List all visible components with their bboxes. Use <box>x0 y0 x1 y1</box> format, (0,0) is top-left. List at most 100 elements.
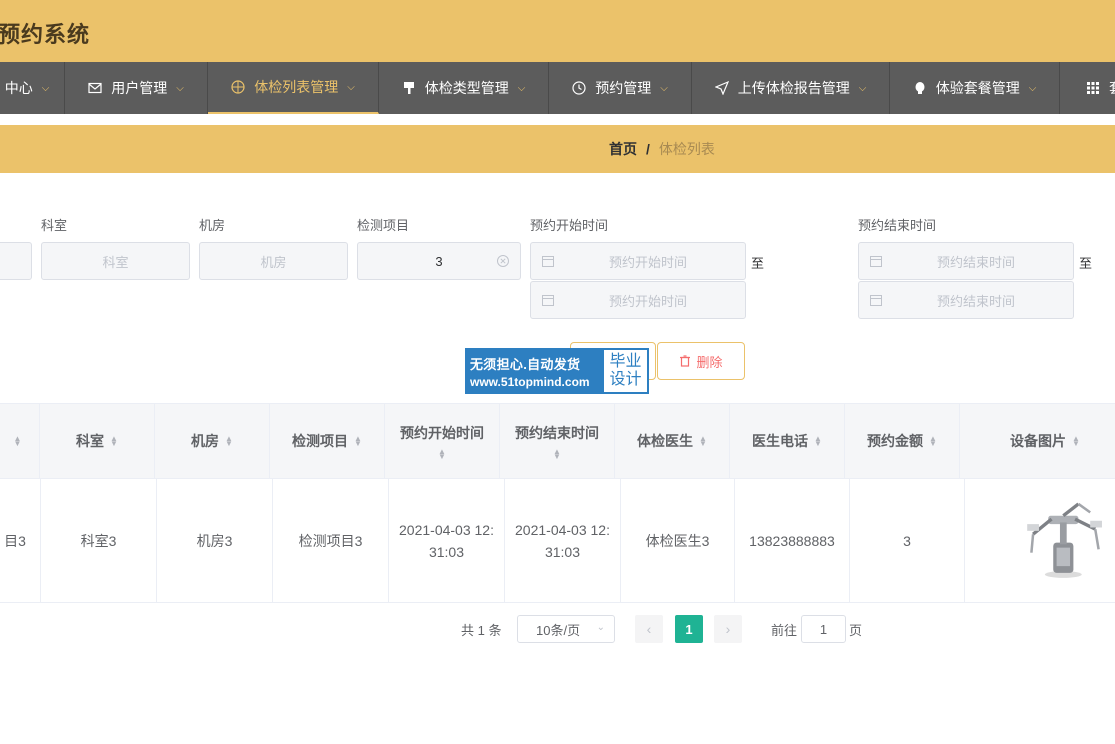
nav-item-more[interactable]: 套 <box>1060 62 1115 114</box>
jifang-input[interactable]: 机房 <box>199 242 348 280</box>
column-header-jifang[interactable]: 机房 ▲ ▼ <box>155 404 270 478</box>
end-time-to-input[interactable]: 预约结束时间 <box>858 281 1074 319</box>
pagination-total: 共 1 条 <box>461 623 502 638</box>
keshi-placeholder: 科室 <box>102 254 129 270</box>
device-image[interactable] <box>1023 493 1107 588</box>
page-size-select[interactable]: 10条/页 ⌄ <box>517 615 615 643</box>
prev-page-button[interactable]: ‹ <box>635 615 663 643</box>
clock-icon <box>572 81 586 95</box>
sort-icon[interactable]: ▲ ▼ <box>553 448 561 461</box>
watermark-banner: 无须担心.自动发货 www.51topmind.com 毕业 设计 <box>465 348 649 394</box>
chevron-down-icon: ⌵ <box>41 82 50 94</box>
sort-icon[interactable]: ▲ ▼ <box>14 435 22 448</box>
column-header-doctor[interactable]: 体检医生 ▲ ▼ <box>615 404 730 478</box>
lightbulb-icon <box>915 82 925 94</box>
breadcrumb-current: 体检列表 <box>658 141 715 157</box>
mail-icon <box>88 82 102 94</box>
column-header-end[interactable]: 预约结束时间 ▲ ▼ <box>500 404 615 478</box>
nav-item-label: 中心 <box>4 80 33 96</box>
cell-text: 检测项目3 <box>298 532 363 549</box>
sort-icon[interactable]: ▲ ▼ <box>438 448 446 461</box>
partial-search-input[interactable] <box>0 242 32 280</box>
nav-item-users[interactable]: 用户管理 ⌵ <box>65 62 208 114</box>
nav-item-label: 预约管理 <box>595 80 652 96</box>
goto-page-input[interactable]: 1 <box>801 615 846 643</box>
range-separator: 至 <box>1079 256 1093 271</box>
start-time-from-input[interactable]: 预约开始时间 <box>530 242 746 280</box>
column-header-phone[interactable]: 医生电话 ▲ ▼ <box>730 404 845 478</box>
chevron-down-icon: ⌵ <box>176 82 184 94</box>
nav-item-package[interactable]: 体验套餐管理 ⌵ <box>890 62 1060 114</box>
cell-end: 2021-04-03 12:31:03 <box>505 479 621 602</box>
breadcrumb-home[interactable]: 首页 <box>609 139 637 159</box>
target-icon <box>231 80 245 94</box>
column-header-jiance[interactable]: 检测项目 ▲ ▼ <box>270 404 385 478</box>
column-header-label: 体检医生 <box>637 433 694 449</box>
cell-text: 机房3 <box>196 532 233 549</box>
nav-item-center[interactable]: 中心 ⌵ <box>0 62 65 114</box>
app-title: 预约系统 <box>0 22 91 47</box>
sort-icon[interactable]: ▲ ▼ <box>110 435 118 448</box>
range-separator: 至 <box>751 256 765 271</box>
sort-icon[interactable]: ▲ ▼ <box>1072 435 1080 448</box>
nav-item-booking[interactable]: 预约管理 ⌵ <box>549 62 692 114</box>
sort-icon[interactable]: ▲ ▼ <box>814 435 822 448</box>
grid-icon <box>1087 82 1099 94</box>
cell-text: 3 <box>903 532 911 549</box>
end-time-to-placeholder: 预约结束时间 <box>936 293 1015 309</box>
watermark-badge-line1: 毕业 <box>609 353 642 370</box>
chevron-left-icon: ‹ <box>646 621 652 637</box>
end-time-from-placeholder: 预约结束时间 <box>936 254 1015 270</box>
table-header: ▲ ▼ 科室 ▲ ▼ 机房 ▲ ▼ 检测项目 ▲ ▼ 预约开始时间 ▲ ▼ 预约结束时间 ▲ ▼ … <box>0 403 1115 479</box>
column-header-label: 预约开始时间 <box>400 425 484 441</box>
column-header-partial[interactable]: ▲ ▼ <box>0 404 40 478</box>
chevron-down-icon: ⌄ <box>596 622 605 633</box>
page-size-value: 10条/页 <box>536 622 581 638</box>
clear-icon[interactable] <box>496 254 510 268</box>
calendar-icon <box>542 256 554 267</box>
watermark-line2: www.51topmind.com <box>470 374 590 389</box>
nav-item-exam-type[interactable]: 体检类型管理 ⌵ <box>379 62 549 114</box>
sort-icon[interactable]: ▲ ▼ <box>225 435 233 448</box>
column-header-label: 预约金额 <box>867 433 924 449</box>
column-header-label: 预约结束时间 <box>515 425 599 441</box>
column-header-keshi[interactable]: 科室 ▲ ▼ <box>40 404 155 478</box>
cell-text: 13823888883 <box>749 532 835 549</box>
delete-button[interactable]: 删除 <box>657 342 745 380</box>
goto-label: 前往 <box>771 623 798 638</box>
nav-item-upload-report[interactable]: 上传体检报告管理 ⌵ <box>692 62 890 114</box>
breadcrumb-separator: / <box>646 141 650 157</box>
jiance-input[interactable]: 3 <box>357 242 521 280</box>
next-page-button[interactable]: › <box>714 615 742 643</box>
nav-item-exam-list[interactable]: 体检列表管理 ⌵ <box>208 62 379 114</box>
chevron-down-icon: ⌵ <box>660 82 668 94</box>
nav-item-label: 体检列表管理 <box>254 79 339 95</box>
column-header-label: 设备图片 <box>1010 433 1067 449</box>
breadcrumb: 首页 / 体检列表 <box>609 125 715 173</box>
sort-icon[interactable]: ▲ ▼ <box>354 435 362 448</box>
chevron-down-icon: ⌵ <box>858 82 867 94</box>
cell-jifang: 机房3 <box>157 479 273 602</box>
cell-doctor: 体检医生3 <box>621 479 735 602</box>
cell-text: 2021-04-03 12:31:03 <box>399 521 494 560</box>
cell-text: 2021-04-03 12:31:03 <box>515 521 610 560</box>
keshi-input[interactable]: 科室 <box>41 242 190 280</box>
start-time-to-input[interactable]: 预约开始时间 <box>530 281 746 319</box>
brush-icon <box>403 82 414 94</box>
sort-icon[interactable]: ▲ ▼ <box>699 435 707 448</box>
cell-partial: 目3 <box>0 479 41 602</box>
watermark-badge-line2: 设计 <box>609 371 642 388</box>
top-header: 预约系统 <box>0 0 1115 62</box>
start-time-to-placeholder: 预约开始时间 <box>608 293 687 309</box>
cell-text: 目3 <box>4 532 26 549</box>
column-header-start[interactable]: 预约开始时间 ▲ ▼ <box>385 404 500 478</box>
nav-item-label: 上传体检报告管理 <box>737 80 850 96</box>
chevron-down-icon: ⌵ <box>1028 82 1037 94</box>
sort-icon[interactable]: ▲ ▼ <box>929 435 937 448</box>
end-time-from-input[interactable]: 预约结束时间 <box>858 242 1074 280</box>
column-header-image[interactable]: 设备图片 ▲ ▼ <box>960 404 1115 478</box>
column-header-amount[interactable]: 预约金额 ▲ ▼ <box>845 404 960 478</box>
start-time-label: 预约开始时间 <box>530 218 609 233</box>
calendar-icon <box>870 295 882 306</box>
page-number-current[interactable]: 1 <box>675 615 703 643</box>
